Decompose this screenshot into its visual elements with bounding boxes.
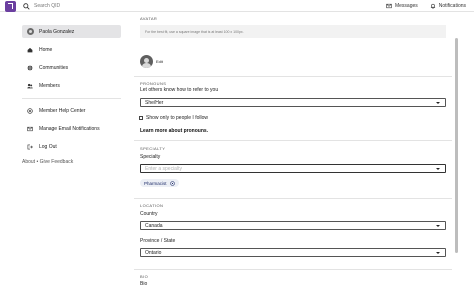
sidebar-item-label: Home [39,47,53,53]
avatar-edit-link[interactable]: Edit [156,59,163,64]
sidebar-divider [22,98,121,99]
messages-icon [386,3,392,9]
home-icon [27,47,33,53]
help-icon [27,108,33,114]
search-icon [23,2,30,10]
chevron-down-icon [436,225,440,227]
specialty-input[interactable]: Enter a specialty [140,164,446,173]
pronouns-prompt: Let others know how to refer to you [140,87,219,93]
sidebar-profile[interactable]: Paola Gonzalez [22,25,121,38]
sidebar-item-help-center[interactable]: Member Help Center [22,102,121,120]
bell-icon [430,3,435,9]
top-bar: Search QID Messages Notifications [0,0,474,12]
remove-tag-icon[interactable] [169,180,175,186]
sidebar-footer-links[interactable]: About • Give Feedback [22,156,121,168]
sidebar: Paola Gonzalez Home Communities Members … [22,25,121,168]
sidebar-item-email-notifications[interactable]: Manage Email Notifications [22,120,121,138]
province-value: Ontario [145,249,162,256]
avatar [27,28,34,35]
page-scrollbar[interactable] [455,12,458,278]
province-select[interactable]: Ontario [140,248,446,257]
avatar-section-label: AVATAR [140,16,158,21]
sidebar-item-label: Communities [39,65,69,71]
avatar-upload-area[interactable]: For the best fit, use a square image tha… [140,25,446,38]
search-input[interactable]: Search QID [23,0,60,12]
sidebar-item-label: Log Out [39,144,57,150]
mail-icon [27,126,33,132]
search-placeholder: Search QID [34,3,61,9]
profile-name: Paola Gonzalez [39,28,75,35]
messages-label: Messages [394,3,418,9]
logout-icon [27,144,33,150]
sidebar-item-members[interactable]: Members [22,77,121,95]
section-divider [134,140,452,141]
notifications-label: Notifications [438,3,466,9]
learn-more-pronouns-link[interactable]: Learn more about pronouns. [140,128,208,134]
bio-label: Bio [140,281,148,287]
globe-icon [27,65,33,71]
notifications-link[interactable]: Notifications [430,3,466,9]
sidebar-item-log-out[interactable]: Log Out [22,138,121,156]
profile-form: AVATAR For the best fit, use a square im… [134,12,452,287]
pronouns-select[interactable]: She/Her [140,98,446,107]
sidebar-item-label: Manage Email Notifications [39,126,100,132]
chevron-down-icon [436,252,440,254]
sidebar-item-communities[interactable]: Communities [22,59,121,77]
chevron-down-icon [436,168,440,170]
country-label: Country [140,211,158,217]
bio-section-label: BIO [140,274,149,279]
show-only-followers-label: Show only to people I follow [146,115,208,121]
app-logo[interactable] [5,1,16,12]
sidebar-item-label: Members [39,83,60,89]
specialty-tag-label: Pharmacist [144,180,167,186]
section-divider [134,269,452,270]
location-section-label: LOCATION [140,203,164,208]
section-divider [134,76,452,77]
show-only-followers-option[interactable]: Show only to people I follow [139,115,208,121]
specialty-label: Specialty [140,154,161,160]
members-icon [27,83,33,89]
specialty-section-label: SPECIALTY [140,146,166,151]
pronouns-section-label: PRONOUNS [140,81,167,86]
show-only-followers-checkbox[interactable] [139,116,143,120]
chevron-down-icon [436,102,440,104]
scrollbar-thumb[interactable] [455,38,458,253]
country-value: Canada [145,222,163,229]
specialty-placeholder: Enter a specialty [145,165,182,172]
province-label: Province / State [140,238,176,244]
specialty-tag: Pharmacist [140,179,179,187]
sidebar-item-label: Member Help Center [39,108,86,114]
avatar [140,55,153,68]
messages-link[interactable]: Messages [386,3,418,9]
avatar-hint: For the best fit, use a square image tha… [145,29,244,34]
section-divider [134,198,452,199]
country-select[interactable]: Canada [140,221,446,230]
sidebar-item-home[interactable]: Home [22,41,121,59]
pronouns-value: She/Her [145,99,164,106]
